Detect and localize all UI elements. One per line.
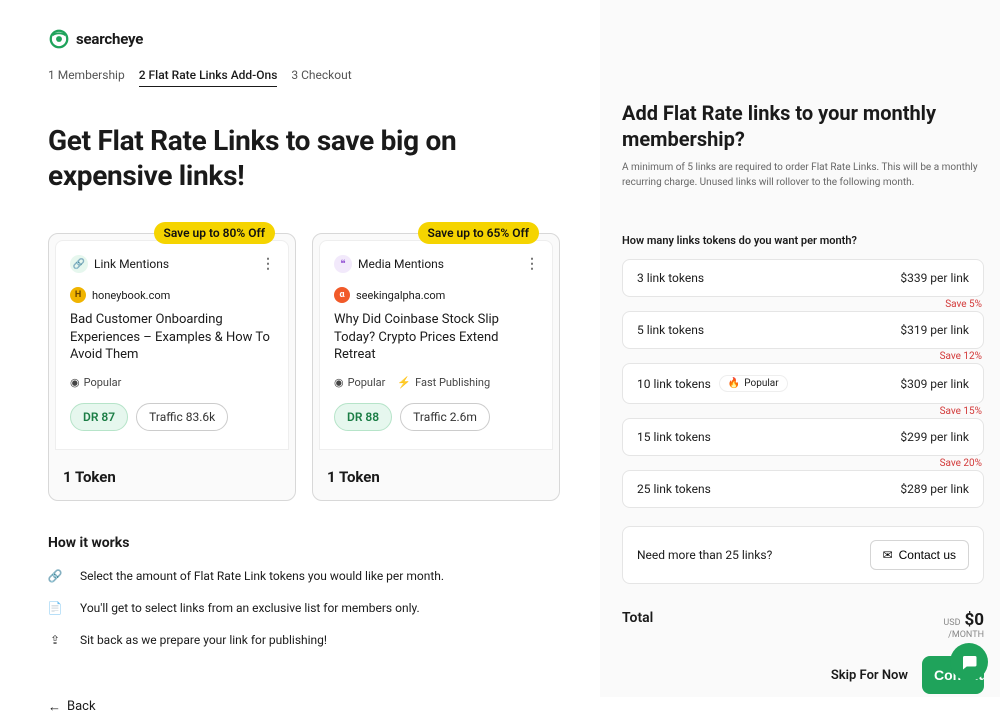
preview-card-link-mentions: Save up to 80% Off 🔗 Link Mentions ⋮ H h… xyxy=(48,233,296,501)
contact-us-button[interactable]: ✉ Contact us xyxy=(870,540,969,570)
tag-popular: Popular xyxy=(348,376,386,389)
contact-prompt: Need more than 25 links? xyxy=(637,548,772,562)
popular-badge: 🔥Popular xyxy=(719,375,788,392)
publish-icon: ⇪ xyxy=(48,633,62,647)
save-tag: Save 12% xyxy=(940,351,982,362)
how-it-works-title: How it works xyxy=(48,535,560,551)
favicon: H xyxy=(70,287,86,303)
how-it-works-step: 🔗 Select the amount of Flat Rate Link to… xyxy=(48,569,560,583)
site-domain: seekingalpha.com xyxy=(356,289,445,302)
breadcrumb-step-1[interactable]: 1 Membership xyxy=(48,68,125,87)
more-icon[interactable]: ⋮ xyxy=(525,258,538,270)
contact-us-box: Need more than 25 links? ✉ Contact us xyxy=(622,526,984,584)
card-type-label: Media Mentions xyxy=(358,257,444,271)
save-badge: Save up to 80% Off xyxy=(154,222,276,244)
quote-icon: ❝ xyxy=(334,255,352,273)
token-option-5[interactable]: 5 link tokens $319 per link xyxy=(622,311,984,349)
breadcrumb: 1 Membership 2 Flat Rate Links Add-Ons 3… xyxy=(48,68,560,87)
how-it-works-step: ⇪ Sit back as we prepare your link for p… xyxy=(48,633,560,647)
total-label: Total xyxy=(622,610,653,626)
logo-icon xyxy=(48,28,70,50)
breadcrumb-step-3[interactable]: 3 Checkout xyxy=(291,68,351,87)
tag-fast: Fast Publishing xyxy=(415,376,490,389)
traffic-pill: Traffic 83.6k xyxy=(136,403,228,431)
fire-icon: 🔥 xyxy=(728,378,740,389)
save-tag: Save 15% xyxy=(940,406,982,417)
options-label: How many links tokens do you want per mo… xyxy=(622,234,984,247)
dr-pill: DR 88 xyxy=(334,403,392,431)
breadcrumb-step-2[interactable]: 2 Flat Rate Links Add-Ons xyxy=(139,68,278,87)
back-button[interactable]: ← Back xyxy=(48,699,96,715)
token-option-15[interactable]: 15 link tokens $299 per link xyxy=(622,418,984,456)
popular-icon: ◉ xyxy=(70,376,80,389)
page-title: Get Flat Rate Links to save big on expen… xyxy=(48,123,560,193)
article-title: Why Did Coinbase Stock Slip Today? Crypt… xyxy=(334,311,538,364)
favicon: α xyxy=(334,287,350,303)
popular-icon: ◉ xyxy=(334,376,344,389)
token-option-25[interactable]: 25 link tokens $289 per link xyxy=(622,470,984,508)
chat-widget[interactable] xyxy=(950,643,988,681)
card-type-label: Link Mentions xyxy=(94,257,169,271)
skip-button[interactable]: Skip For Now xyxy=(831,668,908,683)
site-domain: honeybook.com xyxy=(92,289,170,302)
per-month-label: /MONTH xyxy=(943,630,984,640)
right-pane-subtitle: A minimum of 5 links are required to ord… xyxy=(622,160,984,190)
tag-popular: Popular xyxy=(84,376,122,389)
chat-icon xyxy=(960,653,978,671)
article-title: Bad Customer Onboarding Experiences – Ex… xyxy=(70,311,274,364)
save-badge: Save up to 65% Off xyxy=(418,222,540,244)
traffic-pill: Traffic 2.6m xyxy=(400,403,490,431)
envelope-icon: ✉ xyxy=(883,548,893,562)
save-tag: Save 5% xyxy=(945,299,982,310)
preview-card-media-mentions: Save up to 65% Off ❝ Media Mentions ⋮ α … xyxy=(312,233,560,501)
token-option-10[interactable]: 10 link tokens 🔥Popular $309 per link xyxy=(622,363,984,404)
link-icon: 🔗 xyxy=(48,569,62,583)
logo[interactable]: searcheye xyxy=(48,28,560,50)
link-icon: 🔗 xyxy=(70,255,88,273)
more-icon[interactable]: ⋮ xyxy=(261,258,274,270)
right-pane-title: Add Flat Rate links to your monthly memb… xyxy=(622,100,984,152)
how-it-works-step: 📄 You'll get to select links from an exc… xyxy=(48,601,560,615)
list-icon: 📄 xyxy=(48,601,62,615)
total-amount: $0 xyxy=(964,610,984,630)
token-count: 1 Token xyxy=(313,456,559,500)
lightning-icon: ⚡ xyxy=(397,376,411,389)
currency-label: USD xyxy=(943,618,960,628)
save-tag: Save 20% xyxy=(940,458,982,469)
token-count: 1 Token xyxy=(49,456,295,500)
arrow-left-icon: ← xyxy=(48,699,61,715)
dr-pill: DR 87 xyxy=(70,403,128,431)
logo-text: searcheye xyxy=(76,30,143,48)
token-option-3[interactable]: 3 link tokens $339 per link xyxy=(622,259,984,297)
